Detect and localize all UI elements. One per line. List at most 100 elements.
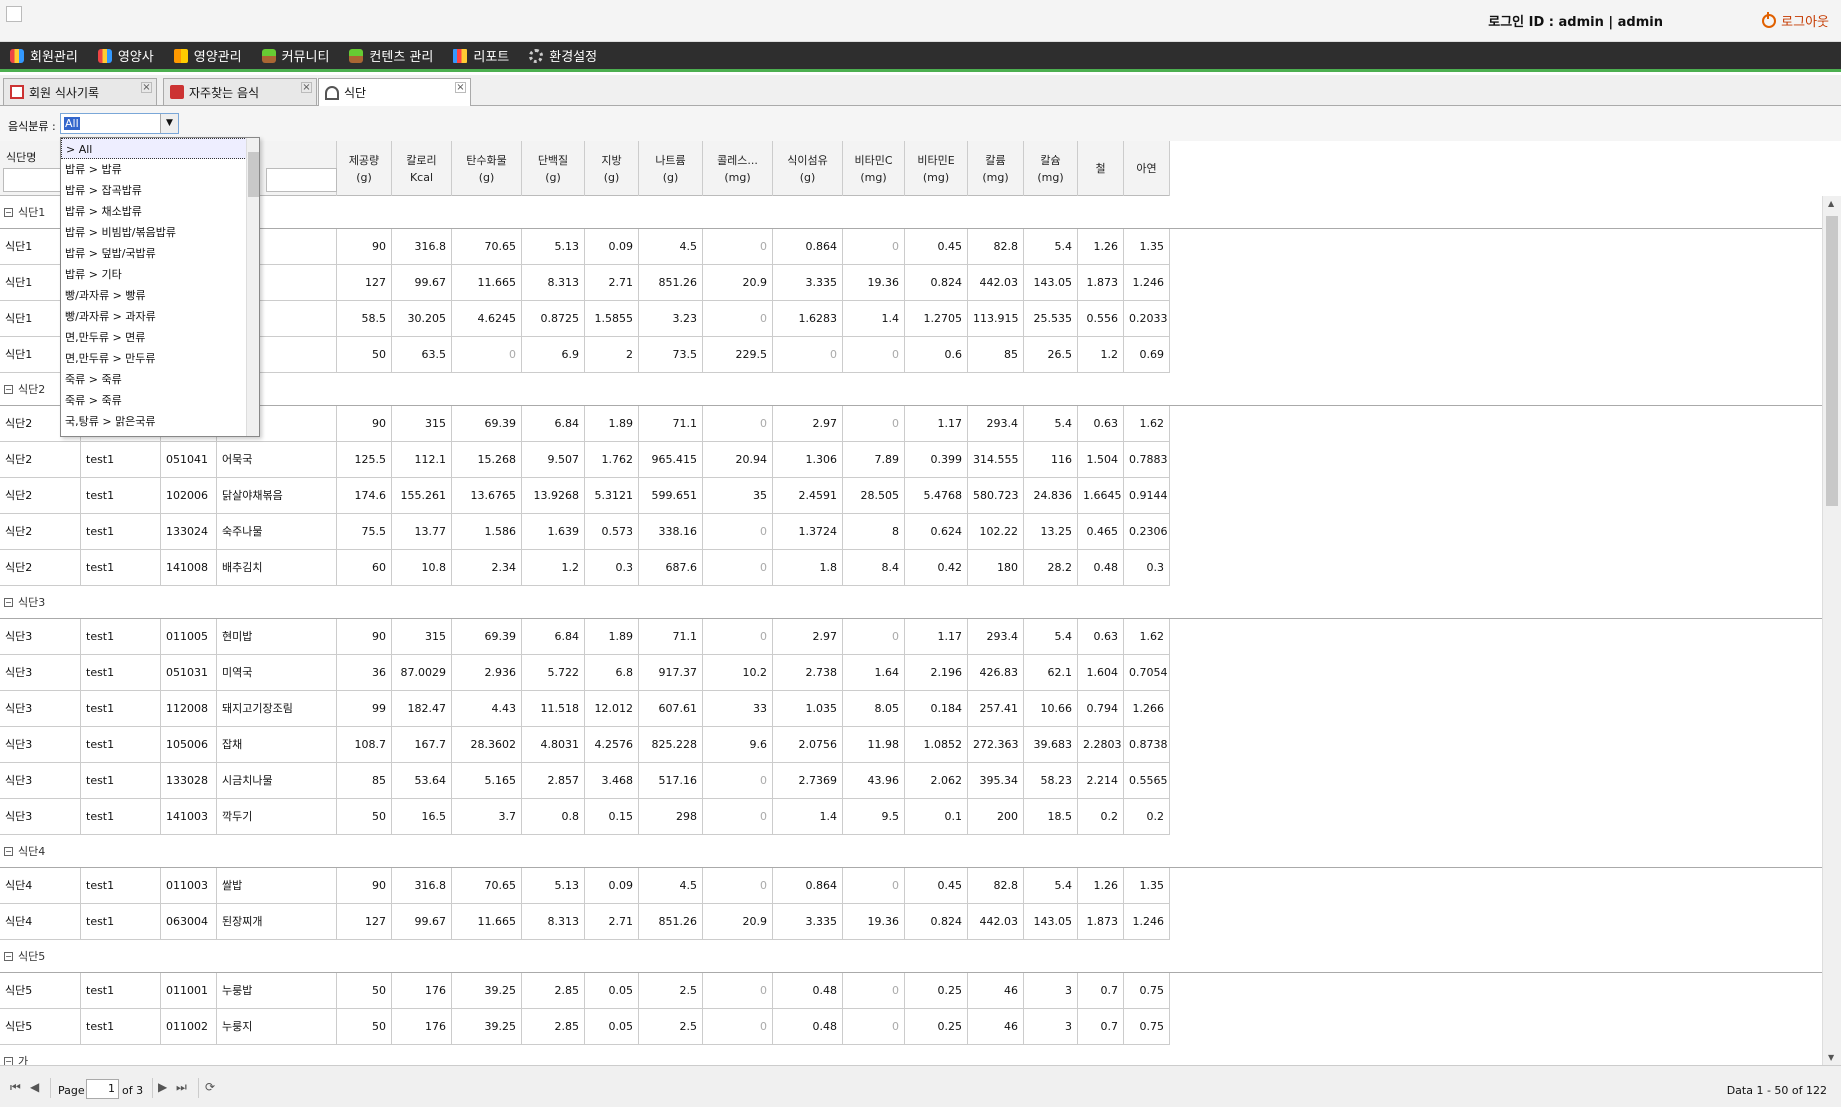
close-icon[interactable]: × bbox=[301, 82, 312, 93]
scroll-down-icon[interactable]: ▼ bbox=[1828, 1053, 1834, 1062]
collapse-icon[interactable]: − bbox=[4, 846, 13, 856]
vertical-scrollbar[interactable]: ▲ ▼ bbox=[1822, 196, 1841, 1065]
table-cell: 2.5 bbox=[639, 973, 703, 1009]
dropdown-option[interactable]: > All bbox=[61, 138, 259, 159]
table-cell: 1.17 bbox=[905, 619, 968, 655]
menu-content[interactable]: 컨텐츠 관리 bbox=[349, 46, 433, 65]
menu-nutrition[interactable]: 영양관리 bbox=[173, 46, 242, 65]
column-header[interactable]: 콜레스... (mg) bbox=[703, 141, 773, 196]
dropdown-option[interactable]: 면,만두류 > 만두류 bbox=[61, 348, 259, 369]
table-cell: 599.651 bbox=[639, 478, 703, 514]
close-icon[interactable]: × bbox=[455, 82, 466, 93]
table-row[interactable]: 식단3 test1 051031 미역국 36 87.0029 2.936 5.722 6.8 9… bbox=[0, 655, 1170, 691]
close-icon[interactable]: × bbox=[141, 82, 152, 93]
table-row[interactable]: 식단2 test1 102006 닭살야채볶음 174.6 155.261 13.6765 1… bbox=[0, 478, 1170, 514]
column-header[interactable]: 비타민E (mg) bbox=[905, 141, 968, 196]
table-row[interactable]: 식단5 test1 011002 누룽지 50 176 39.25 2.85 0.05 2.5 0 0… bbox=[0, 1009, 1170, 1045]
first-page-icon[interactable]: ⏮ bbox=[10, 1080, 21, 1095]
food-category-combo[interactable]: All ▼ bbox=[60, 113, 179, 134]
group-header[interactable]: − 식단2 bbox=[0, 373, 1822, 406]
group-header[interactable]: − 식단5 bbox=[0, 940, 1822, 973]
dropdown-option[interactable]: 밥류 > 잡곡밥류 bbox=[61, 180, 259, 201]
table-cell: 2.4591 bbox=[773, 478, 843, 514]
menu-community[interactable]: 커뮤니티 bbox=[261, 46, 329, 65]
scroll-up-icon[interactable]: ▲ bbox=[1828, 199, 1834, 208]
collapse-icon[interactable]: − bbox=[4, 384, 13, 394]
dropdown-option[interactable]: 밥류 > 채소밥류 bbox=[61, 201, 259, 222]
column-header[interactable]: 지방 (g) bbox=[585, 141, 639, 196]
column-header[interactable]: 칼슘 (mg) bbox=[1024, 141, 1078, 196]
dropdown-option[interactable]: 밥류 > 기타 bbox=[61, 264, 259, 285]
menu-report[interactable]: 리포트 bbox=[453, 46, 509, 65]
gear-icon bbox=[529, 48, 544, 63]
dropdown-option[interactable]: 죽류 > 죽류 bbox=[61, 390, 259, 411]
table-row[interactable]: 식단3 test1 105006 잡채 108.7 167.7 28.3602 4.8031 4… bbox=[0, 727, 1170, 763]
column-header[interactable]: 탄수화물 (g) bbox=[452, 141, 522, 196]
tab-meal-record[interactable]: 회원 식사기록 × bbox=[3, 78, 157, 105]
dropdown-option[interactable]: 밥류 > 덮밥/국밥류 bbox=[61, 243, 259, 264]
table-cell: 0.15 bbox=[585, 799, 639, 835]
table-cell: 0.48 bbox=[773, 973, 843, 1009]
food-category-value[interactable]: All bbox=[64, 117, 80, 130]
column-header[interactable]: 식이섬유 (g) bbox=[773, 141, 843, 196]
collapse-icon[interactable]: − bbox=[4, 207, 13, 217]
menu-dietitian[interactable]: 영양사 bbox=[97, 46, 154, 65]
collapse-icon[interactable]: − bbox=[4, 1056, 13, 1065]
column-header-text: 칼륨 bbox=[985, 153, 1006, 167]
logout-button[interactable]: 로그아웃 bbox=[1762, 11, 1829, 30]
table-row[interactable]: 식단3 test1 112008 돼지고기장조림 99 182.47 4.43 11.518 1… bbox=[0, 691, 1170, 727]
column-filter-input[interactable] bbox=[266, 168, 337, 192]
chevron-down-icon[interactable]: ▼ bbox=[160, 114, 178, 133]
dropdown-option[interactable]: 빵/과자류 > 빵류 bbox=[61, 285, 259, 306]
table-cell: 917.37 bbox=[639, 655, 703, 691]
group-header[interactable]: − 가 bbox=[0, 1045, 1822, 1065]
dropdown-option[interactable]: 면,만두류 > 면류 bbox=[61, 327, 259, 348]
group-header[interactable]: − 식단4 bbox=[0, 835, 1822, 868]
group-header[interactable]: − 식단3 bbox=[0, 586, 1822, 619]
report-icon bbox=[453, 48, 468, 63]
last-page-icon[interactable]: ⏭ bbox=[176, 1080, 187, 1095]
collapse-icon[interactable]: − bbox=[4, 951, 13, 961]
column-header[interactable]: 단백질 (g) bbox=[522, 141, 585, 196]
dropdown-option[interactable]: 빵/과자류 > 과자류 bbox=[61, 306, 259, 327]
table-row[interactable]: 식단4 test1 063004 된장찌개 127 99.67 11.665 8.313 2.7… bbox=[0, 904, 1170, 940]
table-row[interactable]: 식단2 test1 141008 배추김치 60 10.8 2.34 1.2 0.3 687.6 0… bbox=[0, 550, 1170, 586]
table-cell: 99.67 bbox=[392, 904, 452, 940]
menu-member[interactable]: 회원관리 bbox=[10, 46, 78, 65]
dropdown-option[interactable]: 밥류 > 밥류 bbox=[61, 159, 259, 180]
column-header[interactable]: 비타민C (mg) bbox=[843, 141, 905, 196]
column-header[interactable]: 칼륨 (mg) bbox=[968, 141, 1024, 196]
dropdown-option[interactable]: 죽류 > 죽류 bbox=[61, 369, 259, 390]
dropdown-option[interactable]: 국,탕류 > 맑은국류 bbox=[61, 411, 259, 432]
table-row[interactable]: 식단5 test1 011001 누룽밥 50 176 39.25 2.85 0.05 2.5 0 0… bbox=[0, 973, 1170, 1009]
table-cell: 식단3 bbox=[0, 619, 81, 655]
dropdown-scrollbar[interactable] bbox=[246, 138, 259, 436]
table-row[interactable]: 식단3 test1 133028 시금치나물 85 53.64 5.165 2.857 3.46… bbox=[0, 763, 1170, 799]
table-row[interactable]: 식단3 test1 011005 현미밥 90 315 69.39 6.84 1.89 71.1 0… bbox=[0, 619, 1170, 655]
column-header[interactable]: 칼로리 Kcal bbox=[392, 141, 452, 196]
table-cell: 0.69 bbox=[1124, 337, 1170, 373]
table-row[interactable]: 식단3 test1 141003 깍두기 50 16.5 3.7 0.8 0.15 298 0 1.4… bbox=[0, 799, 1170, 835]
table-cell: 2.0756 bbox=[773, 727, 843, 763]
table-row[interactable]: 식단2 test1 133024 숙주나물 75.5 13.77 1.586 1.639 0.5… bbox=[0, 514, 1170, 550]
dropdown-option[interactable]: 밥류 > 비빔밥/볶음밥류 bbox=[61, 222, 259, 243]
tab-diet[interactable]: 식단 × bbox=[318, 78, 471, 106]
menu-settings[interactable]: 환경설정 bbox=[529, 46, 597, 65]
column-header[interactable]: 아연 bbox=[1124, 141, 1170, 196]
dropdown-scroll-thumb[interactable] bbox=[248, 152, 259, 197]
page-input[interactable]: 1 bbox=[86, 1079, 119, 1099]
dropdown-option[interactable]: 국,탕류 > 된장국류 bbox=[61, 432, 259, 436]
column-header[interactable]: 제공량 (g) bbox=[337, 141, 392, 196]
column-header[interactable]: 나트륨 (g) bbox=[639, 141, 703, 196]
table-row[interactable]: 식단2 test1 051041 어묵국 125.5 112.1 15.268 9.507 1.… bbox=[0, 442, 1170, 478]
column-header[interactable]: 철 bbox=[1078, 141, 1124, 196]
group-header[interactable]: − 식단1 bbox=[0, 196, 1822, 229]
scroll-thumb[interactable] bbox=[1826, 216, 1838, 506]
table-row[interactable]: 식단4 test1 011003 쌀밥 90 316.8 70.65 5.13 0.09 4.5 0… bbox=[0, 868, 1170, 904]
refresh-icon[interactable]: ⟳ bbox=[205, 1080, 215, 1094]
table-cell: test1 bbox=[81, 868, 161, 904]
tab-favorite-food[interactable]: 자주찾는 음식 × bbox=[163, 78, 317, 105]
collapse-icon[interactable]: − bbox=[4, 597, 13, 607]
next-page-icon[interactable]: ▶ bbox=[158, 1080, 167, 1094]
prev-page-icon[interactable]: ◀ bbox=[30, 1080, 39, 1094]
